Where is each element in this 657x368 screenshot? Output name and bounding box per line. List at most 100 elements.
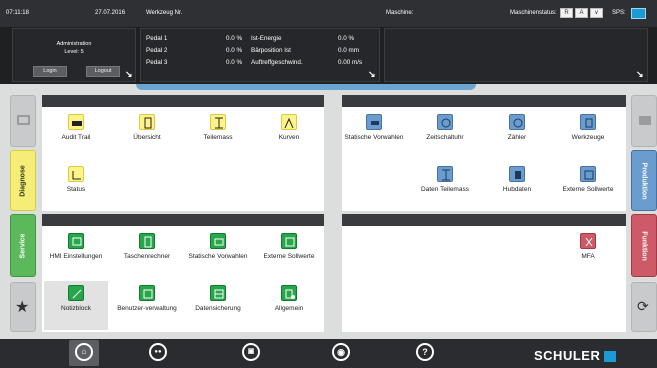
monitor-icon [17, 115, 30, 125]
folder-icon [639, 116, 651, 125]
tab-produktion-label: Produktion [640, 162, 648, 199]
home-button[interactable]: ⌂ [69, 340, 99, 366]
monitor-tab[interactable] [10, 95, 36, 147]
login-button[interactable]: Login [33, 66, 67, 77]
logo-mark-icon [604, 351, 617, 363]
notizblock-tile[interactable]: Notizblock [44, 281, 108, 330]
benutzerverwaltung-tile[interactable]: Benutzer-verwaltung [115, 285, 179, 312]
kurven-tile[interactable]: Kurven [257, 114, 321, 141]
pedal-panel: Pedal 1 0.0 % Ist-Energie 0.0 % Pedal 2 … [140, 28, 380, 82]
schuler-logo: SCHULER [534, 348, 617, 363]
datensicherung-tile[interactable]: Datensicherung [186, 285, 250, 312]
expand-arrow-icon[interactable]: ↘ [125, 69, 133, 80]
teilemass-label: Teilemass [203, 134, 233, 141]
hmi-einstellungen-tile[interactable]: HMI Einstellungen [44, 233, 108, 260]
notizblock-label: Notizblock [61, 305, 91, 312]
daten-teilemass-tile[interactable]: Daten Teilemass [413, 166, 477, 193]
pedal-2-name: Pedal 2 [146, 47, 168, 54]
tools-icon [580, 114, 596, 130]
user-name: Administration [56, 41, 92, 47]
measure-icon [210, 114, 226, 130]
zaehler-tile[interactable]: Zähler [485, 114, 549, 141]
folder-tab[interactable] [631, 95, 657, 147]
pedal-2-value: 0.0 % [226, 47, 243, 54]
externe-sollwerte-prod-label: Externe Sollwerte [562, 186, 614, 193]
hmi-settings-icon [68, 233, 84, 249]
status-label: Status [66, 186, 86, 193]
expand-arrow-icon[interactable]: ↘ [636, 69, 644, 80]
star-icon: ★ [15, 299, 30, 316]
funktion-panel-header [342, 214, 626, 226]
sps-status-indicator [631, 8, 646, 19]
ist-energie-label: Ist-Energie [251, 35, 282, 42]
timer-icon [437, 114, 453, 130]
zeitschaltuhr-label: Zeitschaltuhr [426, 134, 464, 141]
globe-icon[interactable]: ◉ [332, 343, 350, 361]
tab-produktion[interactable]: Produktion [631, 150, 657, 211]
sps-label: SPS: [612, 10, 626, 16]
daten-teilemass-label: Daten Teilemass [421, 186, 469, 193]
menu-grid-icon[interactable]: ●● [149, 343, 167, 361]
status-tile[interactable]: Status [44, 166, 108, 193]
help-icon[interactable]: ? [416, 343, 434, 361]
uebersicht-tile[interactable]: Übersicht [115, 114, 179, 141]
allgemein-label: Allgemein [274, 305, 304, 312]
mfa-tile[interactable]: MFA [556, 233, 620, 260]
statische-vorwahlen-service-label: Statische Vorwahlen [188, 253, 248, 260]
zeitschaltuhr-tile[interactable]: Zeitschaltuhr [413, 114, 477, 141]
audit-trail-tile[interactable]: Audit Trail [44, 114, 108, 141]
werkzeuge-tile[interactable]: Werkzeuge [556, 114, 620, 141]
logout-button[interactable]: Logout [86, 66, 120, 77]
machine-panel: ↘ [384, 28, 648, 82]
uebersicht-label: Übersicht [133, 134, 161, 141]
produktion-panel-header [342, 95, 626, 107]
pedal-1-name: Pedal 1 [146, 35, 168, 42]
taschenrechner-tile[interactable]: Taschenrechner [115, 233, 179, 260]
externe-sollwerte-prod-tile[interactable]: Externe Sollwerte [556, 166, 620, 193]
funktion-panel [342, 214, 626, 332]
taschenrechner-label: Taschenrechner [123, 253, 171, 260]
network-icon[interactable]: ▣ [242, 343, 260, 361]
expand-arrow-icon[interactable]: ↘ [368, 69, 376, 80]
presets-icon [366, 114, 382, 130]
hubdaten-label: Hubdaten [502, 186, 532, 193]
tab-service[interactable]: Service [10, 214, 36, 277]
user-management-icon [139, 285, 155, 301]
allgemein-tile[interactable]: Allgemein [257, 285, 321, 312]
werkzeuge-label: Werkzeuge [571, 134, 605, 141]
overview-icon [139, 114, 155, 130]
external-setpoints-icon [281, 233, 297, 249]
tab-diagnose[interactable]: Diagnose [10, 150, 36, 211]
statische-vorwahlen-prod-tile[interactable]: Statische Vorwahlen [342, 114, 406, 141]
favorites-tab[interactable]: ★ [10, 282, 36, 332]
teilemass-tile[interactable]: Teilemass [186, 114, 250, 141]
pedal-1-value: 0.0 % [226, 35, 243, 42]
accent-bar [136, 84, 476, 90]
diagnose-panel-header [42, 95, 324, 107]
counter-icon [509, 114, 525, 130]
mfa-icon [580, 233, 596, 249]
diagnose-panel [42, 95, 324, 211]
datensicherung-label: Datensicherung [195, 305, 241, 312]
externe-sollwerte-service-tile[interactable]: Externe Sollwerte [257, 233, 321, 260]
hmi-einstellungen-label: HMI Einstellungen [49, 253, 103, 260]
machine-status-label: Maschinenstatus: [510, 10, 557, 16]
statische-vorwahlen-prod-label: Statische Vorwahlen [344, 134, 404, 141]
hmi-screen: 07:11:18 27.07.2016 Werkzeug Nr. Maschin… [0, 0, 657, 368]
tab-funktion[interactable]: Funktion [631, 214, 657, 277]
curve-icon [281, 114, 297, 130]
mfa-label: MFA [581, 253, 595, 260]
pedal-3-value: 0.0 % [226, 59, 243, 66]
user-level: Level: 5 [64, 49, 84, 55]
audit-trail-icon [68, 114, 84, 130]
history-tab[interactable]: ⟳ [631, 282, 657, 332]
stroke-data-icon [509, 166, 525, 182]
pedal-3-name: Pedal 3 [146, 59, 168, 66]
presets-icon [210, 233, 226, 249]
tab-funktion-label: Funktion [640, 230, 648, 261]
status-icon [68, 166, 84, 182]
hubdaten-tile[interactable]: Hubdaten [485, 166, 549, 193]
home-icon: ⌂ [75, 343, 93, 361]
backup-icon [210, 285, 226, 301]
statische-vorwahlen-service-tile[interactable]: Statische Vorwahlen [186, 233, 250, 260]
